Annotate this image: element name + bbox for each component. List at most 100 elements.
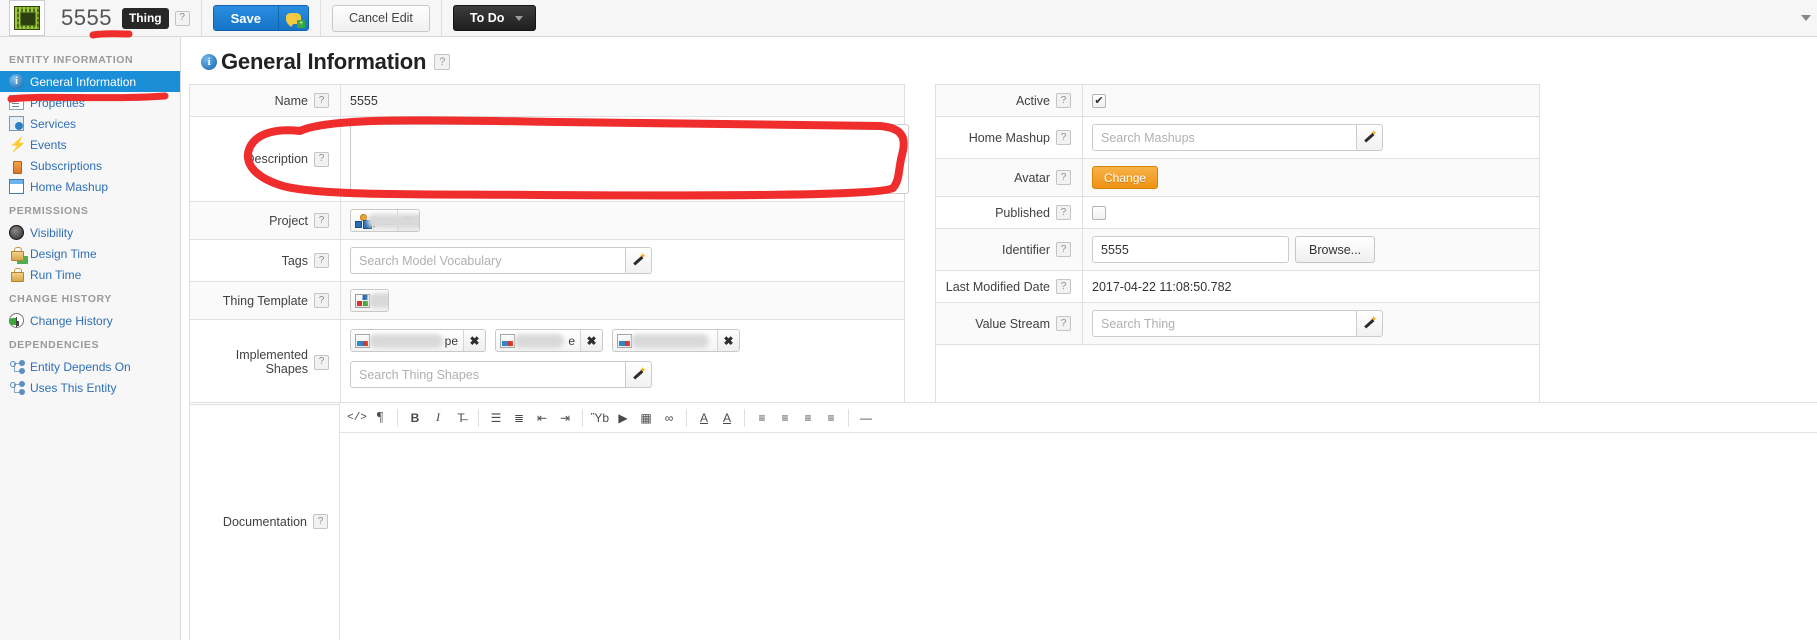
toolbar-divider xyxy=(686,408,687,427)
sidebar-item-uses-this-entity[interactable]: Uses This Entity xyxy=(0,377,180,398)
thing-shape-chip[interactable]: pe ✖ xyxy=(350,329,486,352)
table-icon[interactable]: ▦ xyxy=(635,407,657,429)
published-checkbox[interactable] xyxy=(1092,205,1106,220)
value-stream-search-input[interactable] xyxy=(1092,310,1356,337)
magic-wand-icon[interactable] xyxy=(1356,310,1383,337)
sidebar-item-label: Services xyxy=(30,116,77,131)
description-input[interactable] xyxy=(350,124,909,194)
entity-help-icon[interactable]: ? xyxy=(174,10,190,26)
bullet-list-icon[interactable]: ☰ xyxy=(485,407,507,429)
avatar-change-button[interactable]: Change xyxy=(1092,166,1159,189)
form-row-home-mashup: Home Mashup ? xyxy=(936,117,1539,159)
indent-icon[interactable]: ⇥ xyxy=(554,407,576,429)
comment-add-icon[interactable] xyxy=(277,6,308,30)
documentation-help-icon[interactable]: ? xyxy=(313,514,328,529)
published-help-icon[interactable]: ? xyxy=(1056,205,1071,220)
cancel-edit-button[interactable]: Cancel Edit xyxy=(331,4,430,32)
implemented-shapes-label: Implemented Shapes xyxy=(235,348,308,376)
sidebar-item-label: Design Time xyxy=(30,246,97,261)
project-value-cell: ject ✖ xyxy=(341,202,904,239)
video-icon[interactable]: ▶ xyxy=(612,407,634,429)
avatar-help-icon[interactable]: ? xyxy=(1056,170,1071,185)
sidebar-item-subscriptions[interactable]: Subscriptions xyxy=(0,155,180,176)
sidebar-item-services[interactable]: Services xyxy=(0,113,180,134)
description-help-icon[interactable]: ? xyxy=(314,151,329,167)
text-color-icon[interactable]: A xyxy=(693,407,715,429)
identifier-help-icon[interactable]: ? xyxy=(1056,242,1071,257)
align-right-icon[interactable]: ≡ xyxy=(797,407,819,429)
tags-value-cell xyxy=(341,240,904,281)
align-left-icon[interactable]: ≡ xyxy=(751,407,773,429)
value-stream-help-icon[interactable]: ? xyxy=(1056,316,1071,331)
outdent-icon[interactable]: ⇤ xyxy=(531,407,553,429)
lock-green-icon xyxy=(9,246,24,261)
remove-project-icon[interactable]: ✖ xyxy=(396,210,419,231)
project-chip[interactable]: ject ✖ xyxy=(350,209,420,232)
form-row-identifier: Identifier ? Browse... xyxy=(936,229,1539,271)
name-help-icon[interactable]: ? xyxy=(314,93,329,108)
description-label-cell: Description ? xyxy=(190,117,341,201)
documentation-content-area[interactable] xyxy=(340,433,1817,640)
implemented-shapes-help-icon[interactable]: ? xyxy=(314,354,329,370)
sidebar-item-properties[interactable]: Properties xyxy=(0,92,180,113)
last-modified-date-label: Last Modified Date xyxy=(945,279,1050,294)
active-checkbox[interactable]: ✔ xyxy=(1092,93,1106,108)
justify-icon[interactable]: ≡ xyxy=(820,407,842,429)
link-icon[interactable]: ∞ xyxy=(658,407,680,429)
home-mashup-search-input[interactable] xyxy=(1092,124,1356,151)
thing-template-help-icon[interactable]: ? xyxy=(314,293,329,308)
strikethrough-icon[interactable]: T̶ xyxy=(450,407,472,429)
chevron-down-icon[interactable] xyxy=(1801,15,1811,21)
paragraph-icon[interactable]: ¶ xyxy=(369,407,391,429)
sidebar-item-change-history[interactable]: Change History xyxy=(0,310,180,331)
remove-thing-shape-icon[interactable]: ✖ xyxy=(717,330,739,351)
thing-template-chip[interactable]: e xyxy=(350,289,389,312)
sidebar-item-run-time[interactable]: Run Time xyxy=(0,264,180,285)
italic-icon[interactable]: I xyxy=(427,407,449,429)
last-modified-date-help-icon[interactable]: ? xyxy=(1056,279,1071,294)
source-code-icon[interactable]: </> xyxy=(346,407,368,429)
thing-template-label: Thing Template xyxy=(222,293,308,308)
name-value: 5555 xyxy=(350,93,378,108)
home-mashup-help-icon[interactable]: ? xyxy=(1056,130,1071,145)
align-center-icon[interactable]: ≡ xyxy=(774,407,796,429)
identifier-input[interactable] xyxy=(1092,236,1289,263)
horizontal-rule-icon[interactable]: — xyxy=(855,407,877,429)
remove-thing-shape-icon[interactable]: ✖ xyxy=(463,330,485,351)
active-help-icon[interactable]: ? xyxy=(1056,93,1071,108)
save-button[interactable]: Save xyxy=(212,5,309,31)
to-do-dropdown-button[interactable]: To Do xyxy=(452,5,537,31)
documentation-editor: </> ¶ B I T̶ ☰ ≣ ⇤ ⇥ Ὓb ▶ ▦ ∞ A A ≡ ≡ ≡ … xyxy=(340,403,1817,640)
sidebar-item-label: General Information xyxy=(30,74,137,89)
sidebar-item-visibility[interactable]: Visibility xyxy=(0,222,180,243)
highlight-color-icon[interactable]: A xyxy=(716,407,738,429)
thing-shape-chip[interactable]: ✖ xyxy=(612,329,740,352)
page-help-icon[interactable]: ? xyxy=(434,54,451,70)
bold-icon[interactable]: B xyxy=(404,407,426,429)
numbered-list-icon[interactable]: ≣ xyxy=(508,407,530,429)
sidebar-item-general-information[interactable]: General Information xyxy=(0,71,180,92)
remove-thing-shape-icon[interactable]: ✖ xyxy=(580,330,602,351)
value-stream-label: Value Stream xyxy=(975,316,1050,331)
sidebar-item-events[interactable]: Events xyxy=(0,134,180,155)
magic-wand-icon[interactable] xyxy=(1356,124,1383,151)
sidebar-item-home-mashup[interactable]: Home Mashup xyxy=(0,176,180,197)
identifier-browse-button[interactable]: Browse... xyxy=(1295,236,1376,263)
project-help-icon[interactable]: ? xyxy=(314,213,329,228)
thing-shapes-search-input[interactable] xyxy=(350,361,625,388)
toolbar-divider xyxy=(848,408,849,427)
thing-shape-chip-label: pe xyxy=(444,333,458,348)
magic-wand-icon[interactable] xyxy=(625,361,652,388)
tags-help-icon[interactable]: ? xyxy=(314,253,329,268)
image-icon[interactable]: Ὓb xyxy=(589,407,611,429)
last-modified-date-label-cell: Last Modified Date ? xyxy=(936,271,1083,302)
toolbar-divider-3 xyxy=(440,0,442,37)
magic-wand-icon[interactable] xyxy=(625,247,652,274)
avatar-value-cell: Change xyxy=(1083,159,1539,196)
thing-shape-chip[interactable]: e ✖ xyxy=(495,329,603,352)
documentation-label: Documentation xyxy=(222,514,307,529)
home-mashup-label-cell: Home Mashup ? xyxy=(936,117,1083,158)
sidebar-item-design-time[interactable]: Design Time xyxy=(0,243,180,264)
tags-search-input[interactable] xyxy=(350,247,625,274)
sidebar-item-entity-depends-on[interactable]: Entity Depends On xyxy=(0,356,180,377)
